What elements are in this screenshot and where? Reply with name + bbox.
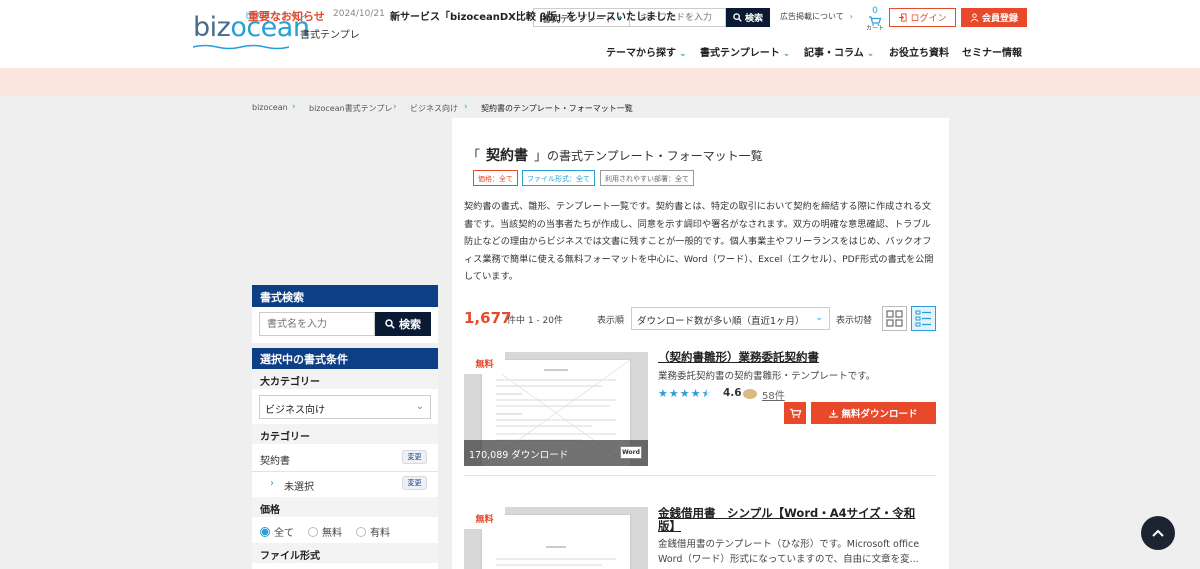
breadcrumb-templates[interactable]: bizocean書式テンプレ bbox=[309, 103, 392, 114]
register-button[interactable]: 会員登録 bbox=[961, 8, 1027, 27]
radio-icon bbox=[356, 526, 366, 537]
chevron-down-icon: ⌄ bbox=[415, 401, 424, 412]
chevron-right-icon: › bbox=[849, 12, 853, 21]
breadcrumb-business[interactable]: ビジネス向け bbox=[410, 103, 458, 114]
major-category-select[interactable]: ビジネス向け ⌄ bbox=[259, 395, 431, 419]
template-description: 業務委託契約書の契約書雛形・テンプレートです。 bbox=[658, 371, 876, 382]
nav-resources[interactable]: お役立ち資料 bbox=[889, 44, 949, 59]
template-description: 金銭借用書のテンプレート（ひな形）です。Microsoft office bbox=[658, 539, 920, 550]
notice-date: 2024/10/21 bbox=[333, 9, 385, 19]
radio-selected-icon bbox=[260, 526, 270, 537]
star-full-icon: ★ bbox=[679, 387, 690, 400]
grid-icon bbox=[886, 310, 903, 327]
card-divider bbox=[464, 475, 936, 476]
chevron-down-icon: ⌄ bbox=[782, 49, 791, 59]
chevron-right-icon: › bbox=[270, 478, 274, 489]
template-title-link[interactable]: （契約書雛形）業務委託契約書 bbox=[658, 349, 819, 365]
template-description-line2: Word（ワード）形式になっていますので、自由に文章を変... bbox=[658, 554, 919, 565]
chevron-up-icon bbox=[1152, 529, 1164, 537]
ad-info-link[interactable]: 広告掲載について › bbox=[780, 11, 853, 22]
filter-tag-price[interactable]: 価格：全て bbox=[473, 170, 518, 186]
star-full-icon: ★ bbox=[658, 387, 668, 400]
logo-subtitle: 書式テンプレ bbox=[300, 30, 360, 41]
cart-count: 0 bbox=[872, 6, 878, 16]
category-label: カテゴリー bbox=[260, 432, 310, 443]
cart-button[interactable]: 0 カート bbox=[862, 6, 888, 33]
page-title: 「契約書 」の書式テンプレート・フォーマット一覧 bbox=[467, 148, 763, 164]
chevron-right-icon: › bbox=[292, 102, 296, 112]
star-half-icon: ★ bbox=[701, 387, 712, 400]
divider bbox=[252, 471, 438, 472]
sort-select[interactable]: ダウンロード数が多い順（直近1ヶ月） ⌄ bbox=[631, 307, 830, 330]
notice-label: 重要なお知らせ bbox=[248, 10, 325, 23]
user-icon bbox=[970, 13, 979, 22]
login-icon bbox=[899, 13, 908, 22]
file-type-badge: Word bbox=[620, 446, 642, 459]
category-description: 契約書の書式、雛形、テンプレート一覧です。契約書とは、特定の取引において契約を締… bbox=[464, 201, 934, 283]
nav-templates[interactable]: 書式テンプレート ⌄ bbox=[700, 44, 790, 59]
notice-link[interactable]: 新サービス「bizoceanDX比較 β版」をリリースいたしました bbox=[390, 8, 676, 23]
search-icon bbox=[733, 13, 742, 22]
chevron-down-icon: ⌄ bbox=[815, 313, 823, 323]
chevron-down-icon: ⌄ bbox=[866, 49, 875, 59]
header-search-button[interactable]: 検索 bbox=[726, 8, 770, 27]
nav-seminars[interactable]: セミナー情報 bbox=[962, 44, 1022, 59]
star-full-icon: ★ bbox=[690, 387, 701, 400]
template-title-link[interactable]: 金銭借用書 シンプル【Word・A4サイズ・令和 bbox=[658, 505, 915, 521]
view-toggle-label: 表示切替 bbox=[836, 316, 873, 326]
sidebar-search-title: 書式検索 bbox=[252, 285, 438, 307]
category-change-button[interactable]: 変更 bbox=[402, 450, 427, 464]
price-label: 価格 bbox=[260, 505, 280, 516]
login-button[interactable]: ログイン bbox=[889, 8, 956, 27]
scroll-to-top-button[interactable] bbox=[1141, 516, 1175, 550]
price-radio-paid[interactable]: 有料 bbox=[356, 524, 390, 539]
review-bubble-icon bbox=[743, 389, 757, 399]
review-count-link[interactable]: 58件 bbox=[762, 387, 785, 402]
filter-tag-department[interactable]: 利用されやすい部署：全て bbox=[600, 170, 694, 186]
chevron-down-icon: ⌄ bbox=[679, 49, 687, 59]
logo-wave-icon bbox=[193, 44, 289, 50]
free-badge: 無料 bbox=[464, 507, 505, 529]
radio-icon bbox=[308, 526, 318, 537]
sort-label: 表示順 bbox=[597, 316, 625, 326]
result-range: 件中 1 - 20件 bbox=[507, 316, 564, 326]
price-radio-all[interactable]: 全て bbox=[260, 524, 294, 539]
template-thumbnail[interactable]: 無料 bbox=[464, 507, 648, 569]
rating-stars: ★ ★ ★ ★ ★ bbox=[658, 387, 711, 400]
rating-value: 4.6 bbox=[723, 387, 742, 399]
subcategory-change-button[interactable]: 変更 bbox=[402, 476, 427, 490]
filter-tag-file-format[interactable]: ファイル形式：全て bbox=[522, 170, 595, 186]
star-full-icon: ★ bbox=[668, 387, 679, 400]
template-title-link-line2[interactable]: 版】 bbox=[658, 518, 681, 534]
free-badge: 無料 bbox=[464, 352, 505, 374]
chevron-right-icon: › bbox=[393, 102, 397, 112]
add-to-cart-button[interactable] bbox=[784, 402, 806, 424]
major-category-label: 大カテゴリー bbox=[260, 377, 320, 388]
chevron-right-icon: › bbox=[464, 102, 468, 112]
cart-icon bbox=[789, 408, 801, 418]
cart-icon bbox=[869, 16, 882, 26]
notice-bar bbox=[0, 68, 1200, 96]
sidebar-conditions-title: 選択中の書式条件 bbox=[252, 348, 438, 369]
sidebar-search-button[interactable]: 検索 bbox=[375, 312, 431, 336]
grid-view-button[interactable] bbox=[882, 306, 907, 331]
price-radio-free[interactable]: 無料 bbox=[308, 524, 342, 539]
breadcrumb-home[interactable]: bizocean bbox=[252, 103, 288, 112]
download-icon bbox=[829, 409, 839, 418]
search-icon bbox=[385, 319, 395, 329]
category-value: 契約書 bbox=[260, 456, 290, 467]
subcategory-value: 未選択 bbox=[284, 482, 314, 493]
list-icon bbox=[915, 310, 931, 327]
nav-articles[interactable]: 記事・コラム ⌄ bbox=[804, 44, 874, 59]
free-download-button[interactable]: 無料ダウンロード bbox=[811, 402, 936, 424]
cart-label: カート bbox=[865, 25, 884, 32]
nav-theme-search[interactable]: テーマから探す ⌄ bbox=[606, 44, 687, 59]
file-format-label: ファイル形式 bbox=[260, 551, 320, 562]
breadcrumb-current: 契約書のテンプレート・フォーマット一覧 bbox=[481, 104, 633, 113]
result-count: 1,677 bbox=[464, 309, 512, 327]
template-thumbnail[interactable]: 無料 170,089 ダウンロード Word bbox=[464, 352, 648, 466]
sidebar-search-input[interactable] bbox=[259, 312, 375, 336]
list-view-button[interactable] bbox=[911, 306, 936, 331]
